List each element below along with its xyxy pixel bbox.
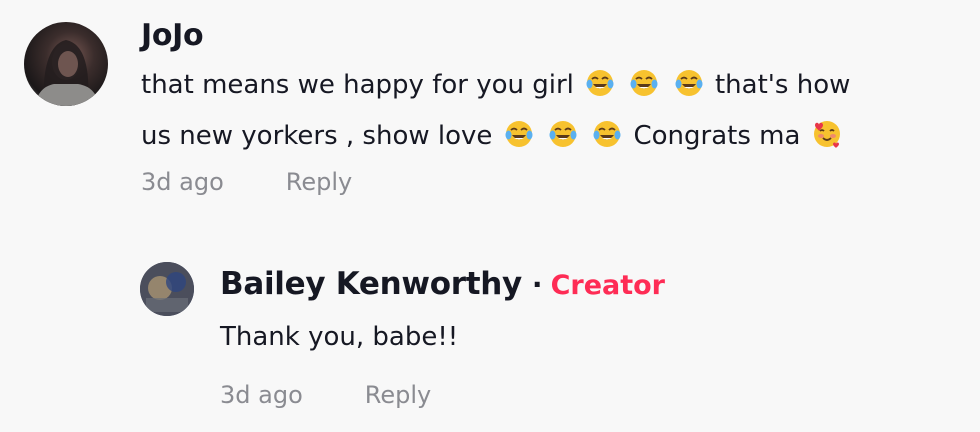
- face-with-tears-of-joy-icon: [593, 121, 621, 147]
- avatar-image: [34, 40, 100, 106]
- face-with-tears-of-joy-icon: [630, 70, 658, 96]
- avatar-image: [140, 262, 194, 316]
- reply-username[interactable]: Bailey Kenworthy: [220, 264, 522, 304]
- comment-timestamp: 3d ago: [141, 168, 224, 196]
- comment-username[interactable]: JoJo: [141, 16, 971, 56]
- reply-meta: 3d ago Reply: [220, 381, 960, 409]
- smiling-face-with-hearts-icon: [813, 121, 840, 148]
- comment-text: that means we happy for you girl that's …: [141, 60, 971, 162]
- reply-name-row: Bailey Kenworthy · Creator: [220, 264, 960, 304]
- reply-timestamp: 3d ago: [220, 381, 303, 409]
- comment-text-segment: that means we happy for you girl: [141, 70, 574, 100]
- comments-panel: JoJo that means we happy for you girl th…: [0, 0, 980, 432]
- face-with-tears-of-joy-icon: [505, 121, 533, 147]
- reply-button[interactable]: Reply: [286, 168, 352, 196]
- face-with-tears-of-joy-icon: [586, 70, 614, 96]
- face-with-tears-of-joy-icon: [675, 70, 703, 96]
- comment-text-segment: that's how: [714, 70, 851, 100]
- comment-body: JoJo that means we happy for you girl th…: [141, 16, 971, 196]
- reply-button[interactable]: Reply: [365, 381, 431, 409]
- comment-text-segment: Congrats ma: [633, 121, 801, 151]
- comment-text-line: that means we happy for you girl that's …: [141, 60, 971, 111]
- reply-body: Bailey Kenworthy · Creator Thank you, ba…: [220, 264, 960, 409]
- separator-dot: ·: [531, 268, 543, 301]
- comment-text-segment: us new yorkers , show love: [141, 121, 493, 151]
- avatar[interactable]: [140, 262, 194, 316]
- creator-badge: Creator: [550, 270, 665, 301]
- comment-meta: 3d ago Reply: [141, 168, 971, 196]
- avatar[interactable]: [24, 22, 108, 106]
- face-with-tears-of-joy-icon: [549, 121, 577, 147]
- comment-text-line: us new yorkers , show love Congrats ma: [141, 111, 971, 162]
- reply-text: Thank you, babe!!: [220, 322, 459, 352]
